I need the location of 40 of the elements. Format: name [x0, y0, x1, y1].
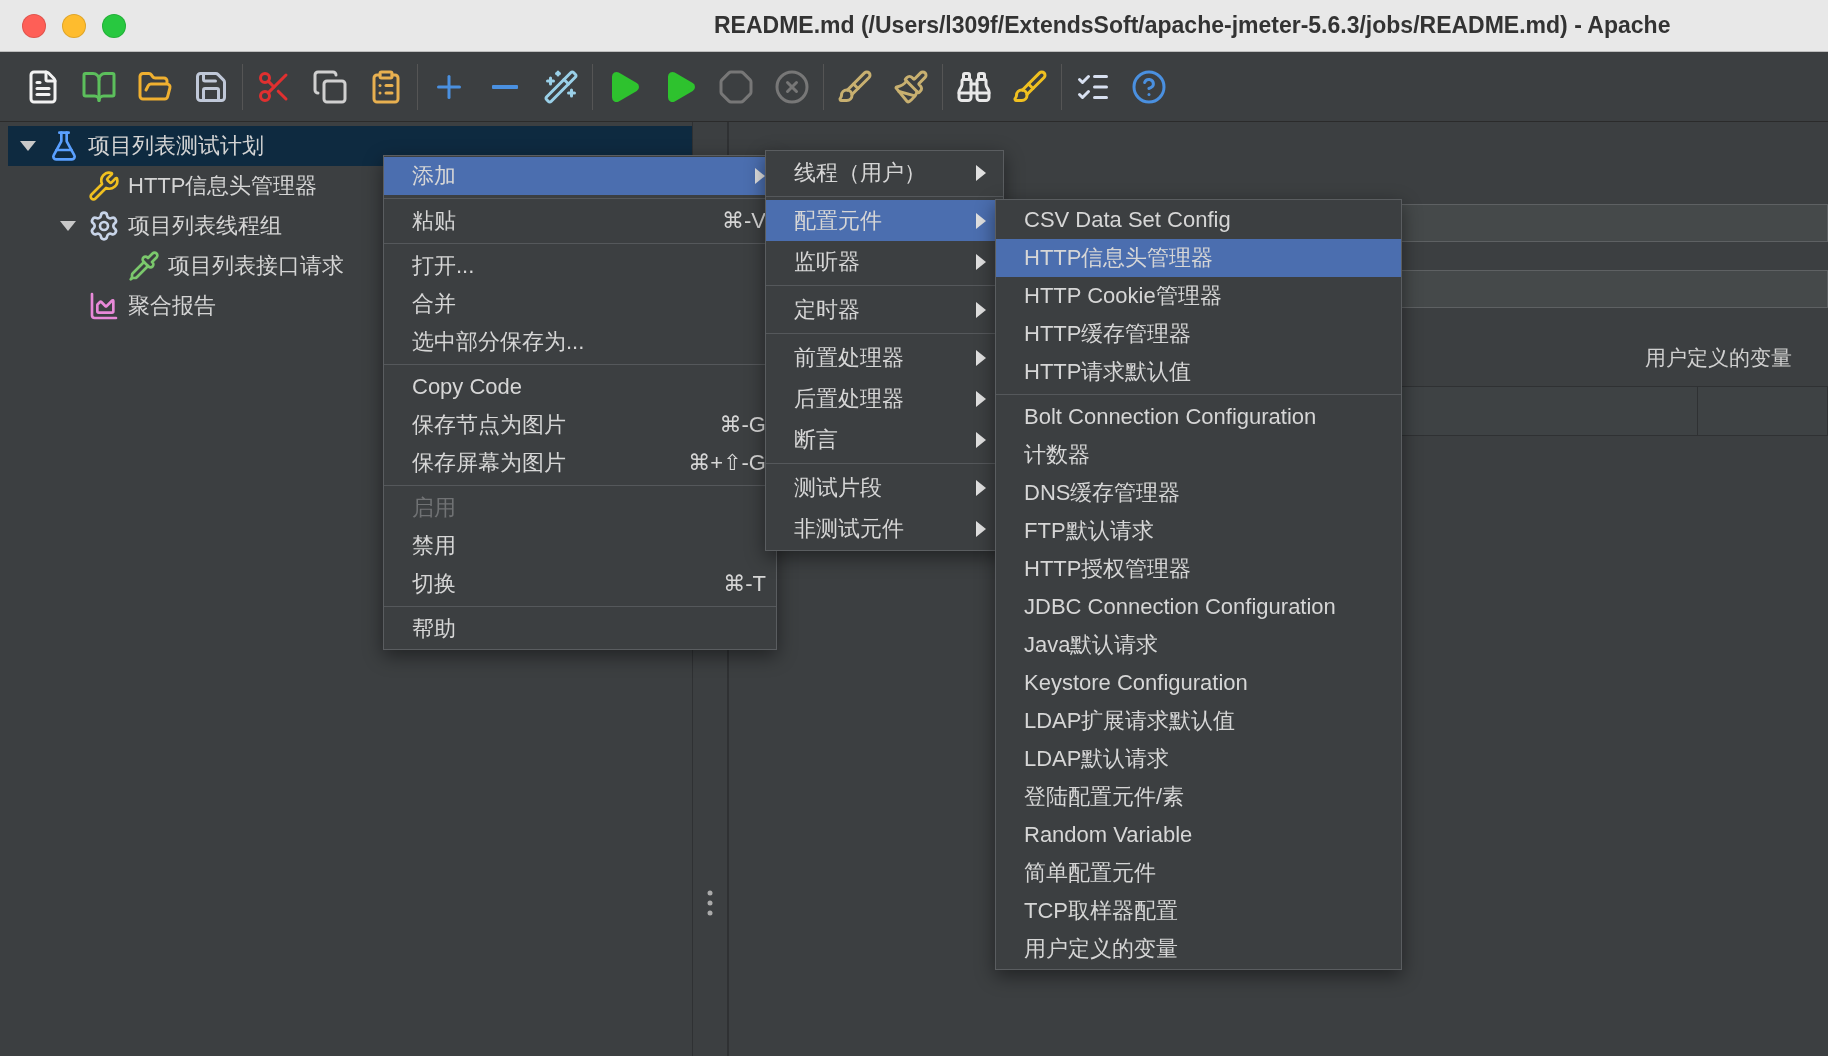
- minus-icon: [492, 84, 518, 89]
- splitter-handle-icon[interactable]: [707, 890, 713, 916]
- menu-item[interactable]: LDAP扩展请求默认值: [996, 702, 1401, 740]
- submenu-arrow-icon: [975, 390, 987, 407]
- menu-item[interactable]: LDAP默认请求: [996, 740, 1401, 778]
- wrench-icon: [88, 170, 120, 202]
- menu-item[interactable]: Random Variable: [996, 816, 1401, 854]
- window-title: README.md (/Users/l309f/ExtendsSoft/apache-jmeter-5.6.3/jobs/README.md) - Apache: [714, 12, 1671, 39]
- menu-item[interactable]: TCP取样器配置: [996, 892, 1401, 930]
- wand-icon: [543, 68, 579, 105]
- submenu-arrow-icon: [975, 431, 987, 448]
- menu-item[interactable]: HTTP授权管理器: [996, 550, 1401, 588]
- menu-item[interactable]: Keystore Configuration: [996, 664, 1401, 702]
- copy-icon: [312, 68, 348, 105]
- submenu-arrow-icon: [975, 349, 987, 366]
- submenu-arrow-icon: [975, 212, 987, 229]
- submenu-arrow-icon: [975, 164, 987, 181]
- menu-item[interactable]: 登陆配置元件/素: [996, 778, 1401, 816]
- submenu-arrow-icon: [975, 479, 987, 496]
- submenu-arrow-icon: [975, 520, 987, 537]
- submenu-arrow-icon: [975, 253, 987, 270]
- submenu-arrow-icon: [975, 301, 987, 318]
- help-icon: [1131, 68, 1167, 105]
- submenu-arrow-icon: [754, 168, 766, 184]
- stop-icon: [718, 68, 754, 105]
- menu-item[interactable]: JDBC Connection Configuration: [996, 588, 1401, 626]
- menu-item[interactable]: 简单配置元件: [996, 854, 1401, 892]
- gear-icon: [88, 210, 120, 242]
- menu-item[interactable]: 用户定义的变量: [996, 930, 1401, 968]
- close-window-button[interactable]: [22, 13, 46, 38]
- menu-item[interactable]: 帮助: [384, 610, 776, 648]
- pipette-icon: [128, 250, 160, 282]
- expanded-caret-icon[interactable]: [19, 139, 37, 153]
- expanded-caret-icon[interactable]: [59, 219, 77, 233]
- menu-item[interactable]: 切换 ⌘-T: [384, 565, 776, 603]
- close-icon: [774, 68, 810, 105]
- section-label: 用户定义的变量: [1645, 345, 1792, 371]
- brush-icon: [893, 68, 929, 105]
- menu-item[interactable]: Java默认请求: [996, 626, 1401, 664]
- chart-icon: [88, 290, 120, 322]
